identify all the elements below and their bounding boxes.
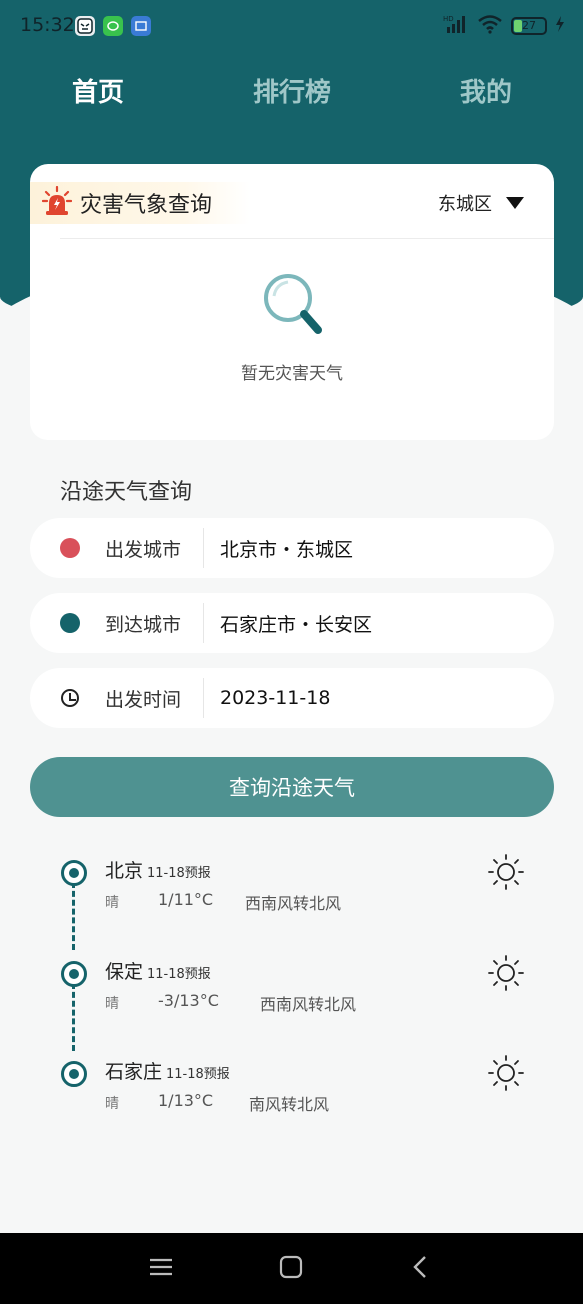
back-icon[interactable]	[409, 1255, 433, 1283]
stop-wind: 西南风转北风	[260, 995, 357, 1014]
app-notification-icon	[75, 16, 95, 36]
stop-temp: 1/11°C	[158, 890, 214, 909]
disaster-title-wrap: 灾害气象查询	[30, 182, 250, 224]
app2-notification-icon	[131, 16, 151, 36]
charging-icon	[555, 16, 565, 35]
system-nav-bar	[0, 1233, 583, 1304]
arrive-city-label: 到达城市	[105, 613, 182, 636]
route-section-title: 沿途天气查询	[60, 480, 193, 505]
signal-icon: HD	[443, 14, 469, 37]
stop-weather: 晴	[105, 996, 119, 1012]
query-route-weather-button[interactable]: 查询沿途天气	[30, 757, 554, 817]
top-tabs: 首页 排行榜 我的	[0, 72, 583, 112]
search-icon	[262, 272, 322, 346]
route-stop: 北京 11-18预报 晴 1/11°C 西南风转北风	[60, 854, 554, 924]
depart-dot-icon	[60, 538, 80, 558]
district-label: 东城区	[438, 194, 492, 215]
depart-time-label: 出发时间	[105, 688, 182, 711]
arrive-city-value[interactable]: 石家庄市・长安区	[220, 610, 372, 637]
row-separator	[203, 528, 204, 568]
timeline-node-icon	[61, 1061, 87, 1087]
disaster-title: 灾害气象查询	[80, 193, 213, 218]
divider	[60, 238, 554, 239]
svg-text:HD: HD	[443, 15, 454, 23]
depart-time-value[interactable]: 2023-11-18	[220, 687, 330, 709]
depart-city-label: 出发城市	[105, 538, 182, 561]
wechat-notification-icon	[103, 16, 123, 36]
route-stop: 保定 11-18预报 晴 -3/13°C 西南风转北风	[60, 955, 554, 1025]
wifi-icon	[477, 14, 503, 37]
home-icon[interactable]	[279, 1255, 303, 1283]
stop-wind: 南风转北风	[249, 1095, 330, 1114]
arrive-dot-icon	[60, 613, 80, 633]
stop-city: 保定	[105, 961, 144, 983]
depart-city-value[interactable]: 北京市・东城区	[220, 535, 353, 562]
stop-date: 11-18预报	[147, 866, 211, 881]
stop-weather: 晴	[105, 895, 119, 911]
depart-time-row[interactable]: 出发时间 2023-11-18	[30, 668, 554, 728]
sun-icon	[488, 1055, 524, 1095]
disaster-card: 灾害气象查询 东城区 暂无灾害天气	[30, 164, 554, 440]
alarm-icon	[41, 185, 73, 220]
district-dropdown[interactable]: 东城区	[438, 190, 524, 216]
timeline-node-icon	[61, 961, 87, 987]
stop-date: 11-18预报	[147, 967, 211, 982]
disaster-card-header: 灾害气象查询 东城区	[30, 182, 554, 224]
tab-home[interactable]: 首页	[72, 72, 124, 109]
battery-indicator: 27	[511, 16, 547, 35]
status-right-icons: HD 27	[443, 14, 565, 37]
status-notification-icons	[75, 16, 151, 36]
timeline-node-icon	[61, 860, 87, 886]
stop-date: 11-18预报	[166, 1067, 230, 1082]
route-stop: 石家庄 11-18预报 晴 1/13°C 南风转北风	[60, 1055, 554, 1125]
stop-wind: 西南风转北风	[245, 894, 342, 913]
row-separator	[203, 603, 204, 643]
status-time: 15:32	[20, 14, 75, 36]
sun-icon	[488, 955, 524, 995]
stop-temp: 1/13°C	[158, 1091, 214, 1110]
tab-mine[interactable]: 我的	[460, 72, 512, 109]
menu-icon[interactable]	[149, 1255, 173, 1283]
stop-city: 石家庄	[105, 1061, 163, 1083]
clock-icon	[61, 689, 79, 707]
empty-state-text: 暂无灾害天气	[241, 364, 343, 384]
caret-down-icon	[506, 197, 524, 209]
stop-city: 北京	[105, 860, 144, 882]
arrive-city-row[interactable]: 到达城市 石家庄市・长安区	[30, 593, 554, 653]
stop-temp: -3/13°C	[158, 991, 219, 1010]
stop-weather: 晴	[105, 1096, 119, 1112]
status-bar: 15:32 HD 27	[0, 0, 583, 54]
depart-city-row[interactable]: 出发城市 北京市・东城区	[30, 518, 554, 578]
sun-icon	[488, 854, 524, 894]
tab-ranking[interactable]: 排行榜	[253, 72, 331, 109]
row-separator	[203, 678, 204, 718]
